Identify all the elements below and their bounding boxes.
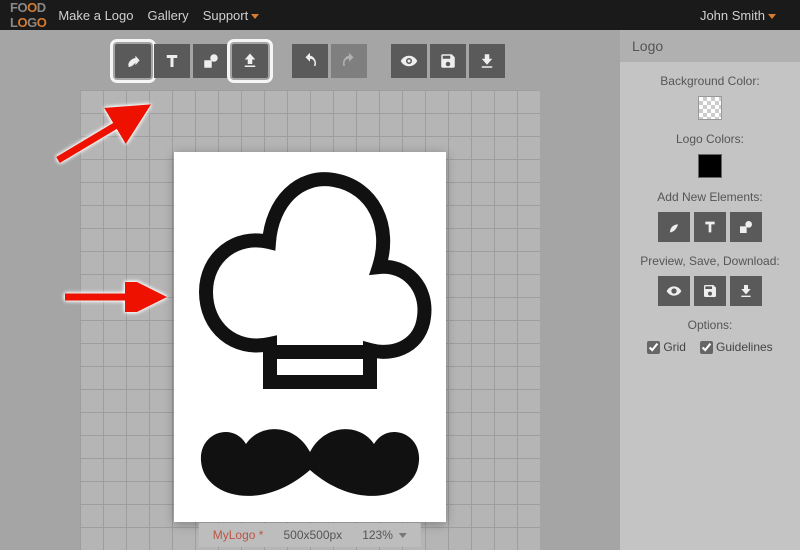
leaf-icon <box>124 52 142 70</box>
upload-icon <box>241 52 259 70</box>
eye-icon <box>666 283 682 299</box>
logo-canvas[interactable] <box>174 152 446 522</box>
file-name: MyLogo * <box>213 528 264 542</box>
chevron-down-icon <box>399 533 407 538</box>
nav-support-label: Support <box>203 8 249 23</box>
undo-icon <box>301 52 319 70</box>
main-toolbar <box>115 44 505 78</box>
save-icon <box>439 52 457 70</box>
guidelines-checkbox[interactable]: Guidelines <box>700 340 773 354</box>
shapes-icon <box>738 219 754 235</box>
leaf-icon <box>666 219 682 235</box>
panel-preview-button[interactable] <box>658 276 690 306</box>
grid-label-text: Grid <box>663 340 686 354</box>
chevron-down-icon <box>251 14 259 19</box>
eye-icon <box>400 52 418 70</box>
logo-color-swatch[interactable] <box>698 154 722 178</box>
canvas-artwork <box>174 152 446 522</box>
top-navbar: FOOD LOGO Make a Logo Gallery Support Jo… <box>0 0 800 30</box>
bg-color-label: Background Color: <box>630 74 790 88</box>
bg-color-swatch[interactable] <box>698 96 722 120</box>
add-shape-button[interactable] <box>193 44 229 78</box>
brand-logo: FOOD LOGO <box>10 0 46 30</box>
canvas-size: 500x500px <box>283 528 342 542</box>
psd-label: Preview, Save, Download: <box>630 254 790 268</box>
add-text-button[interactable] <box>154 44 190 78</box>
zoom-value: 123% <box>362 528 393 542</box>
panel-title: Logo <box>620 30 800 62</box>
panel-download-button[interactable] <box>730 276 762 306</box>
grid-checkbox-input[interactable] <box>647 341 660 354</box>
panel-add-text-button[interactable] <box>694 212 726 242</box>
panel-save-button[interactable] <box>694 276 726 306</box>
text-icon <box>163 52 181 70</box>
nav-make-logo[interactable]: Make a Logo <box>58 8 133 23</box>
panel-add-shape-button[interactable] <box>730 212 762 242</box>
download-icon <box>738 283 754 299</box>
download-button[interactable] <box>469 44 505 78</box>
nav-gallery[interactable]: Gallery <box>148 8 189 23</box>
text-icon <box>702 219 718 235</box>
nav-support[interactable]: Support <box>203 8 260 23</box>
panel-add-element-button[interactable] <box>658 212 690 242</box>
guidelines-label-text: Guidelines <box>716 340 773 354</box>
shapes-icon <box>202 52 220 70</box>
undo-button[interactable] <box>292 44 328 78</box>
redo-icon <box>340 52 358 70</box>
upload-button[interactable] <box>232 44 268 78</box>
canvas-grid[interactable] <box>80 90 540 550</box>
workspace: MyLogo * 500x500px 123% <box>0 30 620 550</box>
user-menu[interactable]: John Smith <box>700 8 776 23</box>
side-panel: Logo Background Color: Logo Colors: Add … <box>620 30 800 550</box>
redo-button[interactable] <box>331 44 367 78</box>
save-button[interactable] <box>430 44 466 78</box>
chevron-down-icon <box>768 14 776 19</box>
options-label: Options: <box>630 318 790 332</box>
zoom-level[interactable]: 123% <box>362 528 407 542</box>
add-element-button[interactable] <box>115 44 151 78</box>
download-icon <box>478 52 496 70</box>
preview-button[interactable] <box>391 44 427 78</box>
guidelines-checkbox-input[interactable] <box>700 341 713 354</box>
grid-checkbox[interactable]: Grid <box>647 340 686 354</box>
status-bar: MyLogo * 500x500px 123% <box>199 523 421 547</box>
add-new-label: Add New Elements: <box>630 190 790 204</box>
user-name: John Smith <box>700 8 765 23</box>
save-icon <box>702 283 718 299</box>
logo-colors-label: Logo Colors: <box>630 132 790 146</box>
